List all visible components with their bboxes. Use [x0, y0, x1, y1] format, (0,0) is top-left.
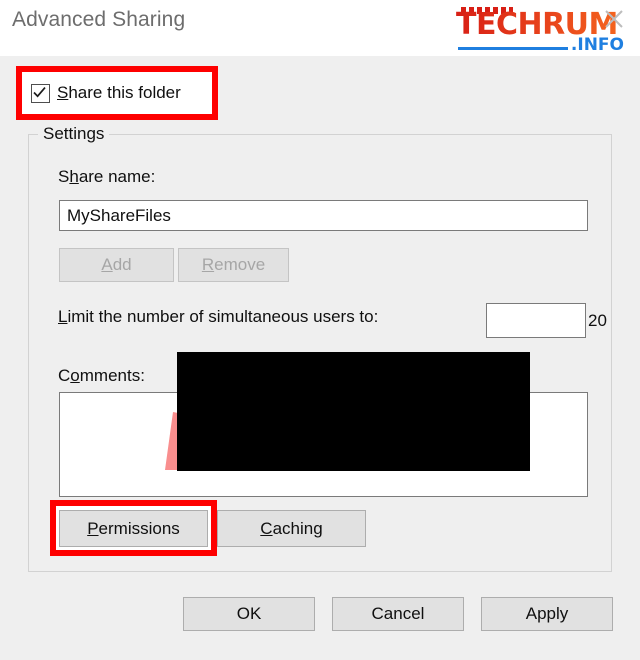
caching-button-label: aching — [272, 518, 323, 538]
share-this-folder-checkbox[interactable]: Share this folder — [22, 72, 212, 114]
share-name-label: Share name: — [58, 167, 155, 187]
checkmark-icon — [33, 86, 46, 97]
cancel-button[interactable]: Cancel — [332, 597, 464, 631]
limit-users-label: Limit the number of simultaneous users t… — [58, 307, 378, 327]
close-icon[interactable] — [602, 7, 626, 31]
limit-users-input[interactable] — [487, 304, 640, 337]
comments-label-post: mments: — [79, 366, 145, 385]
limit-users-label-post: imit the number of simultaneous users to… — [67, 307, 379, 326]
watermark-tick-marks — [461, 7, 513, 14]
accelerator-letter: S — [57, 83, 69, 102]
share-name-input[interactable] — [59, 200, 588, 231]
remove-button-label: emove — [214, 255, 266, 274]
watermark-underline — [458, 47, 568, 50]
permissions-button-label: ermissions — [98, 518, 180, 538]
permissions-button[interactable]: Permissions — [59, 510, 208, 547]
watermark-brand: TECHRUM — [456, 7, 618, 42]
add-button-label: dd — [112, 255, 132, 274]
remove-button[interactable]: Remove — [178, 248, 289, 282]
accelerator-letter: A — [101, 255, 113, 274]
share-name-label-pre: S — [58, 167, 70, 186]
share-folder-highlight-box: Share this folder — [16, 66, 218, 120]
share-name-label-post: are name: — [78, 167, 156, 186]
ok-button[interactable]: OK — [183, 597, 315, 631]
accelerator-letter: h — [69, 167, 79, 186]
watermark-suffix: .INFO — [570, 35, 624, 55]
accelerator-letter: C — [260, 518, 273, 538]
page-title: Advanced Sharing — [12, 8, 186, 31]
limit-users-stepper[interactable] — [486, 303, 640, 338]
caching-button[interactable]: Caching — [217, 510, 366, 547]
accelerator-letter: o — [70, 366, 80, 385]
apply-button[interactable]: Apply — [481, 597, 613, 631]
title-bar: Advanced Sharing TECHRUM .INFO — [0, 0, 640, 56]
redaction-box — [177, 352, 530, 471]
settings-group-label: Settings — [38, 124, 110, 144]
accelerator-letter: P — [87, 518, 99, 538]
share-this-folder-label: Share this folder — [57, 83, 181, 103]
comments-label: Comments: — [58, 366, 145, 386]
comments-label-pre: C — [58, 366, 71, 385]
share-this-folder-label-rest: hare this folder — [68, 83, 181, 102]
checkbox-box[interactable] — [31, 83, 50, 103]
accelerator-letter: R — [201, 255, 215, 274]
add-button[interactable]: Add — [59, 248, 174, 282]
